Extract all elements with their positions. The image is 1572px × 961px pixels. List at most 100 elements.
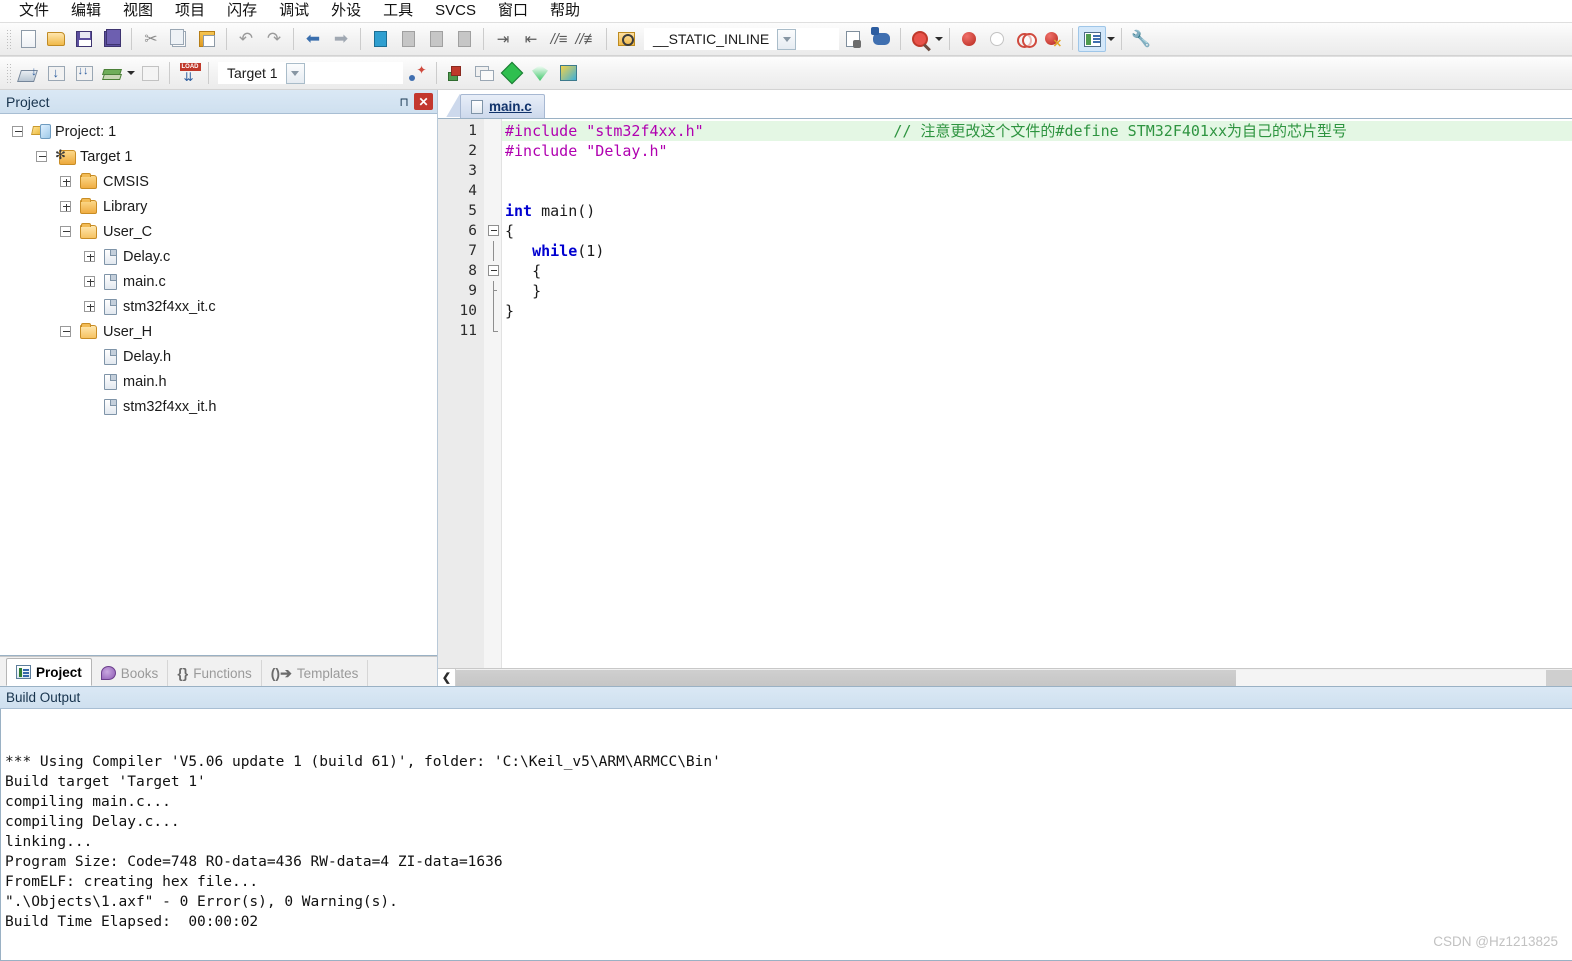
target-combo[interactable]: Target 1 — [218, 62, 403, 84]
bookmark-prev-button[interactable] — [394, 26, 422, 52]
tree-item[interactable]: Project: 1 — [0, 119, 437, 144]
cut-button[interactable]: ✂ — [137, 26, 165, 52]
kill-all-breakpoints-button[interactable] — [1039, 26, 1067, 52]
tree-item[interactable]: main.h — [0, 369, 437, 394]
expand-icon[interactable] — [60, 176, 71, 187]
code-line[interactable]: #include "stm32f4xx.h" // 注意更改这个文件的#defi… — [502, 121, 1572, 141]
scroll-track[interactable] — [1236, 669, 1546, 686]
code-line[interactable]: #include "Delay.h" — [502, 141, 1572, 161]
panel-tab-books[interactable]: Books — [92, 660, 169, 686]
tree-item[interactable]: Delay.h — [0, 344, 437, 369]
configuration-wizard-button-2[interactable] — [403, 60, 431, 86]
menu-view[interactable]: 视图 — [112, 0, 164, 22]
configuration-wizard-button[interactable]: 🔧 — [1127, 26, 1155, 52]
collapse-region-icon[interactable] — [488, 265, 499, 276]
indent-button[interactable]: ⇥ — [489, 26, 517, 52]
find-dropdown-caret[interactable] — [934, 26, 944, 52]
expand-icon[interactable] — [84, 276, 95, 287]
code-line[interactable]: int main() — [502, 201, 1572, 221]
editor-horizontal-scrollbar[interactable]: ❮ — [438, 668, 1572, 686]
translate-file-button[interactable] — [14, 60, 42, 86]
undo-button[interactable]: ↶ — [232, 26, 260, 52]
chevron-down-icon[interactable] — [285, 62, 305, 84]
code-line[interactable]: } — [502, 281, 1572, 301]
code-line[interactable]: { — [502, 261, 1572, 281]
bookmark-toggle-button[interactable] — [366, 26, 394, 52]
tree-item[interactable]: Target 1 — [0, 144, 437, 169]
pack-manager-button[interactable] — [554, 60, 582, 86]
expand-icon[interactable] — [84, 301, 95, 312]
download-button[interactable] — [175, 60, 203, 86]
code-folding-margin[interactable] — [484, 119, 502, 668]
bookmark-clear-button[interactable] — [450, 26, 478, 52]
collapse-icon[interactable] — [36, 151, 47, 162]
close-icon[interactable]: ✕ — [414, 93, 433, 110]
build-target-button[interactable] — [42, 60, 70, 86]
code-line[interactable] — [502, 321, 1572, 341]
fold-marker[interactable] — [484, 261, 501, 281]
collapse-icon[interactable] — [12, 126, 23, 137]
stop-build-button[interactable] — [136, 60, 164, 86]
menu-debug[interactable]: 调试 — [268, 0, 320, 22]
tree-item[interactable]: Library — [0, 194, 437, 219]
tree-item[interactable]: Delay.c — [0, 244, 437, 269]
panel-tab-templates[interactable]: ()➔ Templates — [262, 660, 369, 686]
project-tree[interactable]: Project: 1 Target 1 CMSIS Library User_C Dela… — [0, 114, 437, 656]
tab-main-c[interactable]: main.c — [460, 94, 545, 118]
menu-tools[interactable]: 工具 — [372, 0, 424, 22]
disable-breakpoint-button[interactable] — [983, 26, 1011, 52]
menu-flash[interactable]: 闪存 — [216, 0, 268, 22]
outdent-button[interactable]: ⇤ — [517, 26, 545, 52]
menu-project[interactable]: 项目 — [164, 0, 216, 22]
find-button[interactable] — [906, 26, 934, 52]
expand-icon[interactable] — [84, 251, 95, 262]
chevron-down-icon[interactable] — [777, 28, 797, 50]
project-window-caret[interactable] — [1106, 26, 1116, 52]
toolbar-grip[interactable] — [5, 28, 11, 50]
code-line[interactable]: } — [502, 301, 1572, 321]
code-view[interactable]: 1 2 3 4 5 6 7 8 9 10 11 #include "stm32f4xx.h" // … — [438, 118, 1572, 668]
code-line[interactable] — [502, 181, 1572, 201]
tree-item[interactable]: stm32f4xx_it.h — [0, 394, 437, 419]
redo-button[interactable]: ↷ — [260, 26, 288, 52]
scroll-thumb[interactable] — [456, 669, 1236, 686]
scroll-left-icon[interactable]: ❮ — [438, 669, 456, 686]
collapse-icon[interactable] — [60, 326, 71, 337]
code-line[interactable]: while(1) — [502, 241, 1572, 261]
collapse-icon[interactable] — [60, 226, 71, 237]
save-button[interactable] — [70, 26, 98, 52]
tree-item[interactable]: CMSIS — [0, 169, 437, 194]
uncomment-button[interactable]: //≢ — [573, 26, 601, 52]
build-output-text[interactable]: *** Using Compiler 'V5.06 update 1 (buil… — [0, 709, 1572, 961]
panel-tab-functions[interactable]: {} Functions — [168, 660, 262, 686]
disable-all-breakpoints-button[interactable] — [1011, 26, 1039, 52]
navigate-back-button[interactable]: ⬅ — [299, 26, 327, 52]
pack-filter-button[interactable] — [526, 60, 554, 86]
collapse-region-icon[interactable] — [488, 225, 499, 236]
code-line[interactable] — [502, 161, 1572, 181]
target-options-button[interactable] — [442, 60, 470, 86]
bookmark-next-button[interactable] — [422, 26, 450, 52]
insert-breakpoint-button[interactable] — [955, 26, 983, 52]
expand-icon[interactable] — [60, 201, 71, 212]
batch-build-button[interactable] — [98, 60, 126, 86]
define-combo[interactable]: __STATIC_INLINE — [644, 28, 839, 50]
scroll-right-region[interactable] — [1546, 669, 1572, 686]
find-in-files-button[interactable] — [612, 26, 640, 52]
pin-icon[interactable]: ⊓ — [394, 92, 414, 111]
manage-components-button[interactable] — [470, 60, 498, 86]
menu-svcs[interactable]: SVCS — [424, 0, 487, 22]
goto-definition-button[interactable] — [839, 26, 867, 52]
batch-build-caret[interactable] — [126, 60, 136, 86]
tree-item[interactable]: User_H — [0, 319, 437, 344]
navigate-forward-button[interactable]: ➡ — [327, 26, 355, 52]
fold-marker[interactable] — [484, 221, 501, 241]
open-file-button[interactable] — [42, 26, 70, 52]
toolbar-grip[interactable] — [5, 62, 11, 84]
new-file-button[interactable] — [14, 26, 42, 52]
paste-button[interactable] — [193, 26, 221, 52]
tree-item[interactable]: User_C — [0, 219, 437, 244]
menu-window[interactable]: 窗口 — [487, 0, 539, 22]
tree-item[interactable]: main.c — [0, 269, 437, 294]
panel-tab-project[interactable]: Project — [6, 658, 92, 686]
